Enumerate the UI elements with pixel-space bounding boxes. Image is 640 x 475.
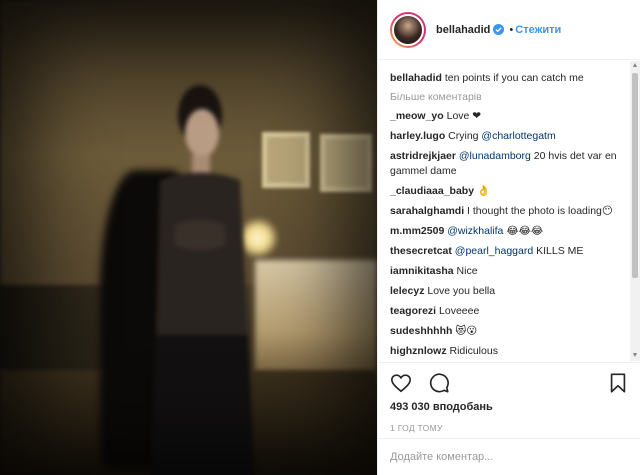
load-more-comments-link[interactable]: Більше коментарів [390, 91, 621, 103]
heart-icon[interactable] [390, 372, 412, 394]
comment-row: highznlowz Ridiculous [390, 344, 621, 359]
likes-count[interactable]: 493 030 вподобань [390, 401, 629, 413]
comment-text: 👌 [476, 185, 491, 197]
photo-vignette [0, 0, 377, 475]
bookmark-icon[interactable] [607, 372, 629, 394]
separator-dot: • [509, 23, 514, 36]
comment-username[interactable]: sarahalghamdi [390, 205, 464, 217]
comment-text: Nice [456, 265, 478, 277]
comment-text: Loveeee [439, 305, 480, 317]
comment-username[interactable]: lelecyz [390, 285, 424, 297]
comment-username[interactable]: m.mm2509 [390, 225, 444, 237]
comment-text: 😻😮 [455, 325, 478, 337]
caption: bellahadid ten points if you can catch m… [390, 71, 621, 86]
comment-icon[interactable] [428, 372, 450, 394]
verified-badge-icon [493, 24, 505, 35]
comment-username[interactable]: astridrejkjaer [390, 150, 456, 162]
comment-mention[interactable]: @pearl_haggard [455, 245, 533, 257]
comment-row: teagorezi Loveeee [390, 304, 621, 319]
comment-username[interactable]: _claudiaaa_baby [390, 185, 474, 197]
comment-row: harley.lugo Crying @charlottegatm [390, 129, 621, 144]
comment-row: lelecyz Love you bella [390, 284, 621, 299]
instagram-post-view: bellahadid • Стежити bellahadid ten poin… [0, 0, 640, 475]
post-side-panel: bellahadid • Стежити bellahadid ten poin… [377, 0, 640, 475]
add-comment-input[interactable] [390, 451, 629, 463]
header-username[interactable]: bellahadid [436, 24, 490, 36]
comment-text: 😂😂😂 [503, 225, 544, 237]
avatar[interactable] [390, 11, 426, 48]
comment-username[interactable]: highznlowz [390, 345, 447, 357]
comment-text: Ridiculous [449, 345, 498, 357]
comment-text: Crying [448, 130, 482, 142]
comments-scrollbar[interactable]: ▲ ▼ [630, 61, 640, 361]
comment-username[interactable]: thesecretcat [390, 245, 452, 257]
post-photo[interactable] [0, 0, 377, 475]
scroll-down-arrow-icon[interactable]: ▼ [630, 351, 640, 361]
comment-username[interactable]: sudeshhhhh [390, 325, 452, 337]
scrollbar-thumb[interactable] [632, 73, 638, 278]
caption-text: ten points if you can catch me [444, 72, 584, 84]
comment-row: thesecretcat @pearl_haggard KILLS ME [390, 244, 621, 259]
comment-row: sudeshhhhh 😻😮 [390, 324, 621, 339]
comment-text: I thought the photo is loading😶 [467, 205, 613, 217]
comment-row: _claudiaaa_baby 👌 [390, 184, 621, 199]
comment-text: KILLS ME [533, 245, 584, 257]
comment-text: Love ❤ [446, 110, 482, 122]
avatar-image [392, 13, 424, 46]
post-header: bellahadid • Стежити [378, 0, 640, 60]
comment-username[interactable]: harley.lugo [390, 130, 445, 142]
comment-username[interactable]: teagorezi [390, 305, 436, 317]
comment-username[interactable]: iamnikitasha [390, 265, 454, 277]
follow-button[interactable]: Стежити [515, 24, 561, 36]
comment-row: iamnikitasha Nice [390, 264, 621, 279]
post-actions: 493 030 вподобань 1 год тому [378, 362, 640, 433]
scroll-up-arrow-icon[interactable]: ▲ [630, 61, 640, 71]
comment-row: m.mm2509 @wizkhalifa 😂😂😂 [390, 224, 621, 239]
caption-username[interactable]: bellahadid [390, 72, 442, 84]
comments-list: bellahadid ten points if you can catch m… [378, 61, 633, 361]
post-timestamp[interactable]: 1 год тому [390, 423, 629, 433]
action-icons [390, 369, 629, 397]
comment-row: sarahalghamdi I thought the photo is loa… [390, 204, 621, 219]
comment-username[interactable]: _meow_yo [390, 110, 444, 122]
comment-mention[interactable]: @charlottegatm [481, 130, 555, 142]
comment-mention[interactable]: @lunadamborg [459, 150, 531, 162]
comment-row: astridrejkjaer @lunadamborg 20 hvis det … [390, 149, 621, 179]
add-comment-bar [378, 438, 640, 475]
comment-row: _meow_yo Love ❤ [390, 109, 621, 124]
comment-mention[interactable]: @wizkhalifa [447, 225, 503, 237]
comment-text: Love you bella [427, 285, 496, 297]
